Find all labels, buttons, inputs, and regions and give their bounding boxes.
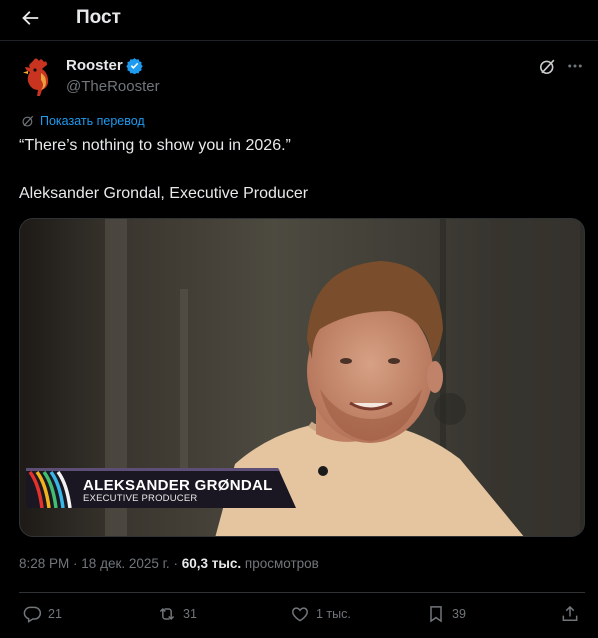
post-date[interactable]: 18 дек. 2025 г. — [81, 556, 169, 571]
translate-icon — [22, 115, 34, 127]
reply-icon — [23, 606, 42, 623]
post-text-line-1: “There’s nothing to show you in 2026.” — [19, 137, 291, 154]
repost-button[interactable]: 31 — [157, 604, 197, 624]
repost-icon — [159, 607, 175, 621]
reply-button[interactable]: 21 — [22, 604, 62, 624]
views-count: 60,3 тыс. — [181, 556, 242, 571]
bookmark-icon — [430, 606, 442, 623]
views-label: просмотров — [244, 556, 319, 571]
author-handle[interactable]: @TheRooster — [66, 78, 160, 95]
verified-badge-icon — [125, 58, 143, 74]
lower-third-name: ALEKSANDER GRØNDAL — [83, 477, 273, 494]
back-arrow-icon[interactable] — [19, 7, 41, 29]
author-name-row[interactable]: Rooster — [66, 57, 143, 74]
translate-label[interactable]: Показать перевод — [40, 114, 145, 128]
reply-count: 21 — [48, 607, 62, 621]
share-icon — [562, 605, 578, 621]
page-header: Пост — [0, 0, 598, 38]
bookmark-button[interactable]: 39 — [426, 604, 466, 624]
repost-count: 31 — [183, 607, 197, 621]
post-text-line-2: Aleksander Grondal, Executive Producer — [19, 185, 309, 202]
actions-divider — [19, 592, 585, 593]
lower-third-role: EXECUTIVE PRODUCER — [83, 493, 198, 504]
post-media-image[interactable]: ALEKSANDER GRØNDAL EXECUTIVE PRODUCER — [19, 218, 585, 537]
avatar[interactable] — [19, 57, 55, 97]
action-bar: 21 31 1 тыс. 39 — [0, 604, 598, 630]
grok-icon[interactable] — [538, 57, 557, 76]
more-icon[interactable] — [566, 57, 584, 75]
header-divider — [0, 40, 598, 41]
author-name[interactable]: Rooster — [66, 57, 123, 74]
like-count: 1 тыс. — [316, 607, 351, 621]
like-button[interactable]: 1 тыс. — [290, 604, 351, 624]
share-button[interactable] — [560, 604, 586, 624]
like-icon — [292, 607, 308, 622]
bookmark-count: 39 — [452, 607, 466, 621]
page-title: Пост — [76, 7, 121, 28]
meta-separator: · — [173, 556, 182, 571]
post-meta: 8:28 PM · 18 дек. 2025 г. · 60,3 тыс. пр… — [19, 556, 319, 571]
post-time[interactable]: 8:28 PM — [19, 556, 69, 571]
show-translation-link[interactable]: Показать перевод — [21, 114, 145, 128]
